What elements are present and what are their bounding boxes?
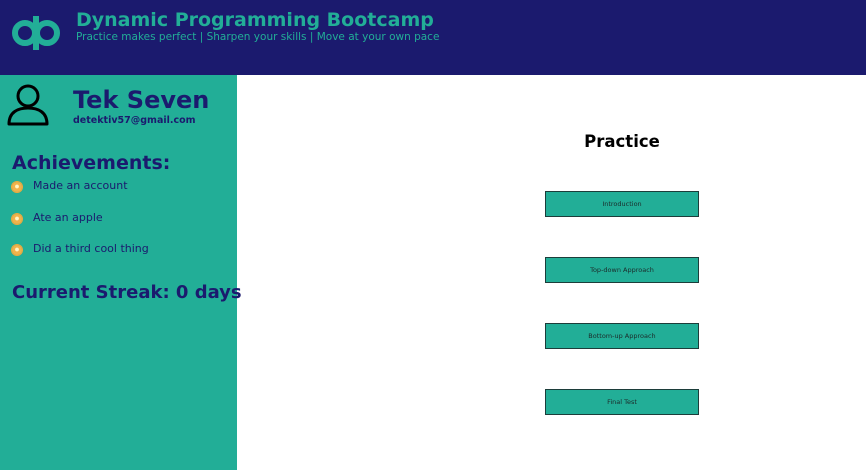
achievement-item: Made an account (12, 179, 232, 211)
site-tagline: Practice makes perfect | Sharpen your sk… (76, 31, 440, 43)
user-avatar-icon (7, 84, 49, 126)
top-down-approach-button[interactable]: Top-down Approach (545, 257, 699, 283)
achievement-label: Made an account (33, 179, 128, 192)
final-test-button[interactable]: Final Test (545, 389, 699, 415)
achievements-list: Made an account Ate an apple Did a third… (12, 179, 232, 274)
medal-icon (12, 213, 22, 224)
site-header: Dynamic Programming Bootcamp Practice ma… (0, 0, 866, 75)
achievement-item: Did a third cool thing (12, 242, 232, 274)
achievement-label: Did a third cool thing (33, 242, 149, 255)
site-title: Dynamic Programming Bootcamp (76, 9, 434, 31)
bottom-up-approach-button[interactable]: Bottom-up Approach (545, 323, 699, 349)
profile-sidebar: Tek Seven detektiv57@gmail.com Achieveme… (0, 75, 242, 470)
introduction-button[interactable]: Introduction (545, 191, 699, 217)
dp-logo-icon[interactable] (12, 14, 60, 52)
medal-icon (12, 245, 22, 255)
achievements-heading: Achievements: (12, 152, 171, 174)
user-name: Tek Seven (73, 86, 210, 114)
practice-title: Practice (584, 132, 660, 151)
achievement-label: Ate an apple (33, 210, 103, 224)
medal-icon (12, 182, 22, 192)
achievement-item: Ate an apple (12, 211, 232, 243)
user-email: detektiv57@gmail.com (73, 115, 196, 126)
current-streak: Current Streak: 0 days (12, 282, 242, 303)
